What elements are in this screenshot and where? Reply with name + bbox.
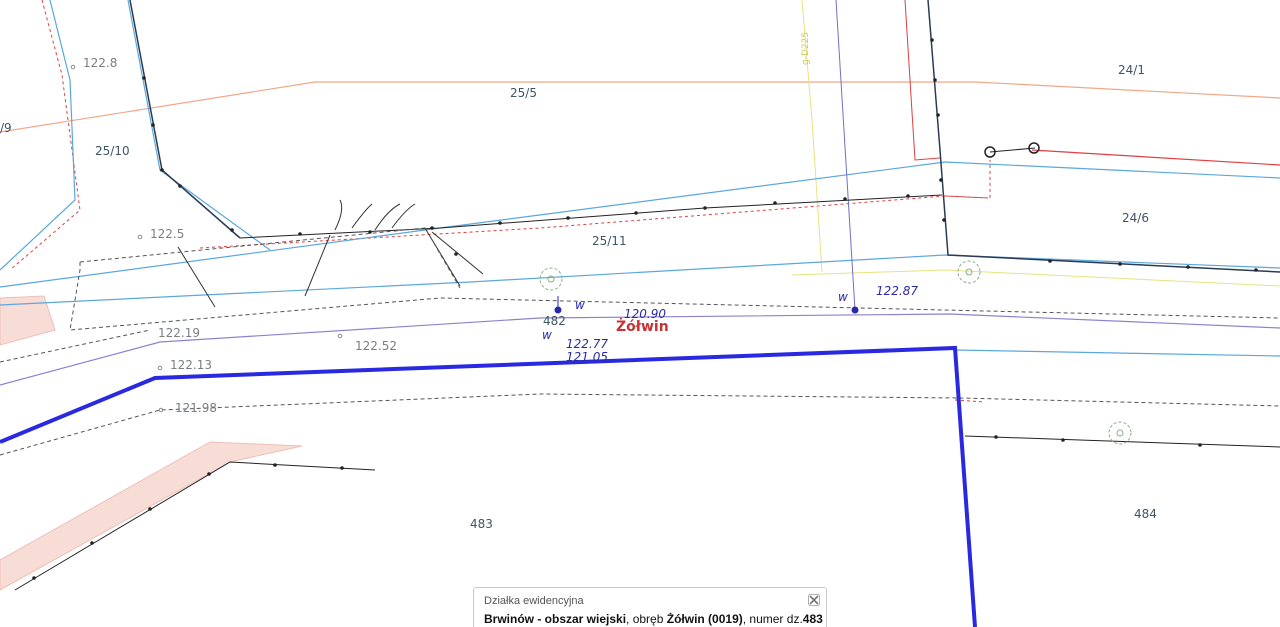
parcel-line-west [0, 0, 76, 271]
utility-label: 121.05 [566, 350, 608, 364]
yellow-line-horizontal [791, 269, 1280, 287]
parcel-info-popup: Działka ewidencyjna Brwinów - obszar wie… [473, 587, 827, 627]
parcel-line-25-10 [127, 0, 271, 251]
utility-label: w [575, 298, 585, 312]
popup-precinct: Żółwin (0019) [666, 612, 743, 626]
popup-number: 483 [802, 612, 823, 626]
utility-label: 122.77 [566, 337, 608, 351]
parcel-label: 24/1 [1118, 63, 1145, 77]
place-name: Żółwin [616, 318, 669, 335]
height-label: 122.13 [170, 358, 212, 372]
map-canvas[interactable]: g-D225 25/5 25/10 25/11 24/1 24/6 482 48… [0, 0, 1280, 627]
close-icon[interactable] [808, 593, 820, 606]
parcel-line-east-south [954, 349, 1280, 357]
yellow-line-label: g-D225 [801, 32, 811, 65]
orange-line [0, 81, 1280, 133]
popup-sep2: , numer dz. [742, 612, 803, 626]
fence-line [239, 194, 943, 239]
height-label: 121.98 [175, 401, 217, 415]
parcel-label: /9 [0, 121, 12, 135]
height-label: 122.52 [355, 339, 397, 353]
parcel-label: 25/10 [95, 144, 130, 158]
utility-label: 122.87 [876, 284, 918, 298]
parcel-label: 25/11 [592, 234, 627, 248]
red-line-east [1031, 149, 1280, 166]
parcel-line-road-north [0, 161, 1280, 288]
purple-line-vertical [835, 0, 856, 311]
connector-line [989, 147, 1036, 153]
parcel-label: 484 [1134, 507, 1157, 521]
height-label: 122.8 [83, 56, 117, 70]
utility-label: w [838, 290, 848, 304]
popup-area: Brwinów - obszar wiejski [484, 612, 627, 626]
utility-label: w [542, 328, 552, 342]
height-label: 122.5 [150, 227, 184, 241]
popup-title: Działka ewidencyjna [484, 595, 584, 607]
utility-point-2 [851, 306, 859, 314]
parcel-label: 482 [543, 314, 566, 328]
boundary-24-1 [927, 0, 1280, 273]
parcel-label: 483 [470, 517, 493, 531]
popup-body: Brwinów - obszar wiejski, obręb Żółwin (… [484, 611, 823, 627]
height-label: 122.19 [158, 326, 200, 340]
red-dashed-west [9, 0, 81, 271]
road-strip [0, 441, 303, 591]
parcel-label: 25/5 [510, 86, 537, 100]
utility-point-1 [554, 306, 562, 314]
boundary-25-10 [129, 0, 241, 239]
fence-line-south [964, 435, 1280, 448]
popup-sep1: , obręb [626, 612, 667, 626]
parcel-label: 24/6 [1122, 211, 1149, 225]
